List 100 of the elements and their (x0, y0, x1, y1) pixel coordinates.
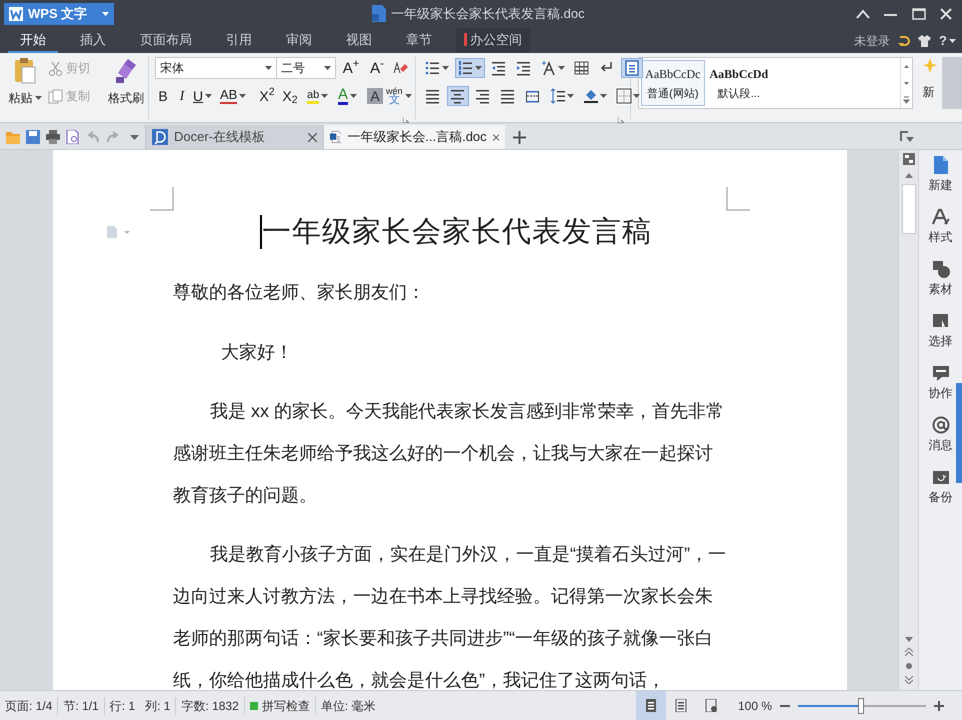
sidebar-button[interactable]: 素材 (928, 260, 952, 298)
font-size-field[interactable]: 二号 (276, 57, 336, 79)
style-icon (932, 208, 950, 226)
highlight-button[interactable]: ab (307, 88, 335, 104)
shapes-icon (932, 260, 950, 278)
help-button[interactable]: ? (939, 30, 956, 50)
align-right-icon (474, 88, 491, 104)
caret-icon (34, 96, 42, 100)
shrink-font-button[interactable]: A$^{-}$ (366, 60, 388, 76)
collapse-ribbon-icon[interactable] (856, 9, 870, 19)
table-icon (574, 60, 590, 76)
italic-button[interactable]: I (174, 86, 190, 106)
menu-tab[interactable]: 页面布局 (128, 28, 204, 53)
caret-icon (949, 38, 956, 42)
paste-button[interactable]: 粘贴 (6, 57, 44, 107)
sidebar-button[interactable]: 选择 (928, 312, 952, 350)
grow-font-button[interactable]: A$^{+}$ (340, 60, 362, 76)
distribute-icon (524, 88, 541, 104)
status-text: 页面: 1/4 (4, 698, 54, 714)
scroll-down-icon[interactable] (904, 637, 912, 642)
caret-icon (474, 66, 482, 70)
character-shading-button[interactable]: A (367, 88, 383, 104)
menu-tab[interactable]: 引用 (214, 28, 264, 53)
close-icon[interactable] (308, 132, 317, 142)
printer-icon[interactable] (46, 130, 60, 144)
menu-tab[interactable]: 章节 (394, 28, 444, 53)
next-page-icon[interactable] (904, 676, 912, 684)
align-center-icon (450, 88, 466, 104)
style-preset[interactable]: AaBbCcDc 普通(网站) (640, 60, 705, 106)
document-icon (372, 5, 386, 22)
strikethrough-button[interactable]: AB (220, 88, 250, 104)
paragraph: 我是教育小孩子方面，实在是门外汉，一直是“摸着石头过河”，一边向过来人讨教方法，一边在书本上寻找经验。记得第一次家长会朱老师的那两句话：“家长要和孩子共同进步”“一年级的孩子就像一张白纸，你给他描成什么色，就会是什么色”，我记住了这两句话， (173, 543, 727, 690)
font-color-button[interactable]: A (338, 87, 364, 105)
font-family-field[interactable]: 宋体 (155, 57, 277, 79)
eraser-icon[interactable] (392, 60, 408, 76)
margin-corner-mark (150, 187, 174, 211)
zoom-slider[interactable] (798, 698, 926, 714)
tab-list-icon[interactable] (900, 131, 914, 143)
sidebar-button[interactable]: 消息 (928, 416, 952, 454)
bold-button[interactable]: B (155, 86, 171, 106)
sync-icon[interactable] (898, 34, 910, 46)
save-icon[interactable] (26, 130, 40, 144)
status-text: 单位: 毫米 (314, 696, 380, 714)
zoom-slider-thumb[interactable] (858, 698, 864, 714)
align-center-button[interactable] (446, 86, 469, 106)
app-menu-button[interactable]: WPS 文字 (4, 3, 114, 25)
document-tab[interactable]: Docer-在线模板 (145, 125, 323, 149)
caret-icon (265, 66, 272, 70)
bulleted-list-icon (424, 60, 441, 76)
paragraph-handle-icon[interactable] (106, 225, 132, 239)
select-browse-object-icon[interactable] (904, 662, 912, 670)
dialog-launcher-icon[interactable] (618, 117, 624, 123)
paintbrush-icon (114, 57, 138, 85)
sidebar-button[interactable]: 样式 (928, 208, 952, 246)
new-document-icon (932, 156, 950, 174)
bar-icon (464, 33, 467, 46)
caret-icon[interactable] (130, 134, 139, 140)
style-preset[interactable]: AaBbCcDd 默认段... (706, 60, 771, 106)
sidebar-button[interactable]: 备份 (928, 468, 952, 506)
numbered-list-button[interactable] (454, 58, 485, 78)
scissors-icon (48, 60, 63, 76)
spell-check-button[interactable]: 拼写检查 (244, 696, 315, 714)
scrollbar-thumb[interactable] (902, 184, 916, 234)
caret-icon (205, 94, 212, 98)
caret-icon (404, 94, 412, 98)
new-style-button[interactable]: 新 (922, 57, 942, 101)
web-view-icon (704, 699, 717, 712)
superscript-button[interactable]: X$^{2}$ (257, 86, 277, 106)
sidebar-button[interactable]: 协作 (928, 364, 952, 402)
numbered-list-icon (458, 60, 474, 76)
maximize-icon[interactable] (912, 8, 926, 20)
page-frame-button[interactable] (620, 58, 643, 78)
backup-icon (932, 468, 950, 486)
shirt-icon[interactable] (918, 34, 932, 46)
menu-tab[interactable]: 视图 (334, 28, 384, 53)
paragraph: 我是 xx 的家长。今天我能代表家长发言感到非常荣幸，首先非常感谢班主任朱老师给予我这么好的一个机会，让我与大家在一起探讨教育孩子的问题。 (173, 400, 726, 507)
previous-page-icon[interactable] (904, 648, 912, 656)
menu-tab[interactable]: 审阅 (274, 28, 324, 53)
menu-tab[interactable]: 插入 (68, 28, 118, 53)
document-tab[interactable]: 一年级家长会...言稿.doc (323, 125, 505, 149)
phonetic-guide-button[interactable]: wén 文 (386, 87, 412, 105)
comment-icon (932, 364, 950, 382)
subscript-button[interactable]: X$_{2}$ (280, 86, 300, 106)
page-view-button[interactable] (636, 691, 666, 720)
caret-icon (442, 66, 449, 70)
sidebar-button[interactable]: 新建 (928, 156, 952, 194)
scroll-up-icon[interactable] (904, 173, 912, 178)
login-link[interactable]: 未登录 (854, 32, 890, 50)
sidebar-collapse-handle[interactable] (956, 383, 962, 483)
close-icon[interactable] (492, 132, 499, 142)
format-painter-button[interactable]: 格式刷 (104, 57, 148, 107)
menu-tab[interactable]: 办公空间 (456, 28, 530, 53)
outline-view-icon (674, 699, 687, 712)
zoom-in-icon[interactable] (934, 700, 944, 710)
print-preview-icon[interactable] (66, 130, 80, 144)
dialog-launcher-icon[interactable] (402, 117, 409, 123)
new-tab-icon[interactable] (513, 131, 526, 144)
paint-bucket-icon (582, 88, 599, 104)
split-view-icon[interactable] (902, 153, 914, 165)
underline-button[interactable]: U (193, 86, 217, 106)
